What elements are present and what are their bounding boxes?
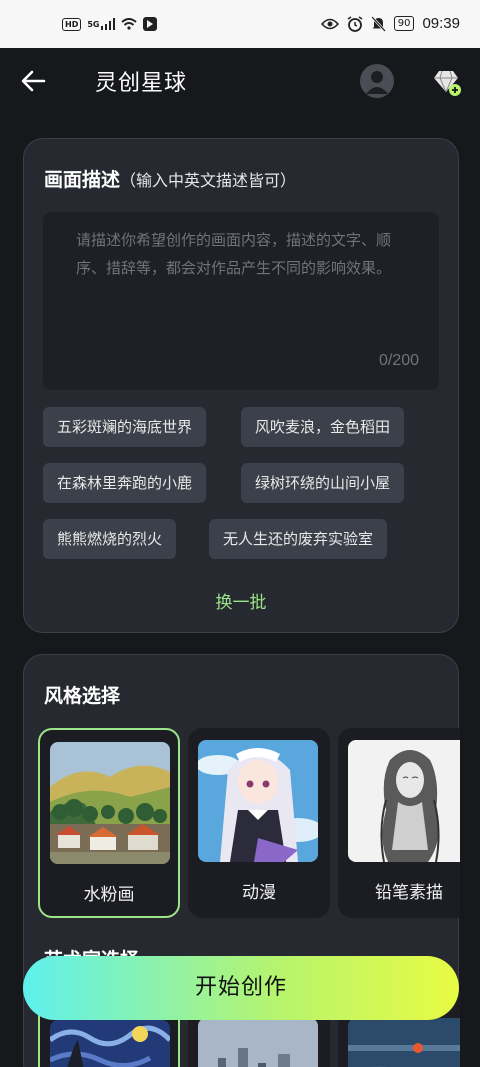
description-placeholder: 请描述你希望创作的画面内容，描述的文字、顺序、措辞等，都会对作品产生不同的影响效…: [76, 231, 392, 277]
suggestion-chip[interactable]: 在森林里奔跑的小鹿: [43, 463, 207, 503]
network-5g: 5G: [87, 19, 100, 29]
description-note: （输入中英文描述皆可）: [120, 171, 297, 190]
style-label: 动漫: [242, 883, 276, 903]
page-title: 灵创星球: [95, 71, 188, 96]
alarm-icon: [347, 15, 363, 32]
status-bar: HD 5G 90 09:39: [0, 0, 480, 48]
pencil-sketch-thumbnail: [348, 740, 460, 862]
signal-icon: [101, 18, 116, 30]
artist-thumbnail-city: [198, 1018, 318, 1067]
description-card: 画面描述（输入中英文描述皆可） 请描述你希望创作的画面内容，描述的文字、顺序、措…: [23, 138, 459, 633]
description-title: 画面描述: [44, 169, 121, 191]
start-creating-button[interactable]: 开始创作: [23, 956, 459, 1020]
gouache-thumbnail: [50, 742, 170, 864]
artist-thumbnail-impression: [348, 1018, 460, 1067]
eye-icon: [320, 18, 339, 29]
suggestion-chip[interactable]: 熊熊燃烧的烈火: [43, 519, 177, 559]
style-heading: 风格选择: [44, 685, 121, 707]
status-left: HD 5G: [62, 17, 158, 31]
style-label: 铅笔素描: [375, 883, 443, 903]
suggestion-chip[interactable]: 无人生还的废弃实验室: [209, 519, 388, 559]
description-heading: 画面描述（输入中英文描述皆可）: [44, 165, 296, 192]
refresh-suggestions-button[interactable]: 换一批: [24, 588, 458, 613]
back-arrow-icon[interactable]: [18, 65, 50, 97]
style-option-anime[interactable]: 动漫: [188, 728, 330, 918]
character-counter: 0/200: [378, 352, 419, 369]
suggestion-chip[interactable]: 风吹麦浪，金色稻田: [241, 407, 405, 447]
clock: 09:39: [422, 15, 460, 32]
style-list[interactable]: 水粉画 动漫 铅笔素描: [38, 728, 460, 918]
anime-thumbnail: [198, 740, 318, 862]
vip-diamond-icon[interactable]: [430, 66, 462, 98]
style-label: 水粉画: [83, 885, 135, 905]
status-right: 90 09:39: [320, 15, 460, 32]
user-avatar-icon[interactable]: [360, 64, 394, 98]
app-header: 灵创星球: [0, 48, 480, 114]
suggestion-chip[interactable]: 绿树环绕的山间小屋: [241, 463, 405, 503]
style-option-pencil-sketch[interactable]: 铅笔素描: [338, 728, 460, 918]
battery-indicator: 90: [393, 16, 415, 31]
mute-bell-icon: [370, 15, 386, 32]
style-option-gouache[interactable]: 水粉画: [38, 728, 180, 918]
app-notification-icon: [143, 17, 158, 31]
suggestion-chip[interactable]: 五彩斑斓的海底世界: [43, 407, 207, 447]
description-input[interactable]: 请描述你希望创作的画面内容，描述的文字、顺序、措辞等，都会对作品产生不同的影响效…: [43, 212, 439, 390]
hd-badge: HD: [62, 17, 82, 31]
artist-thumbnail-starry-night: [50, 1020, 170, 1067]
wifi-icon: [121, 18, 138, 30]
